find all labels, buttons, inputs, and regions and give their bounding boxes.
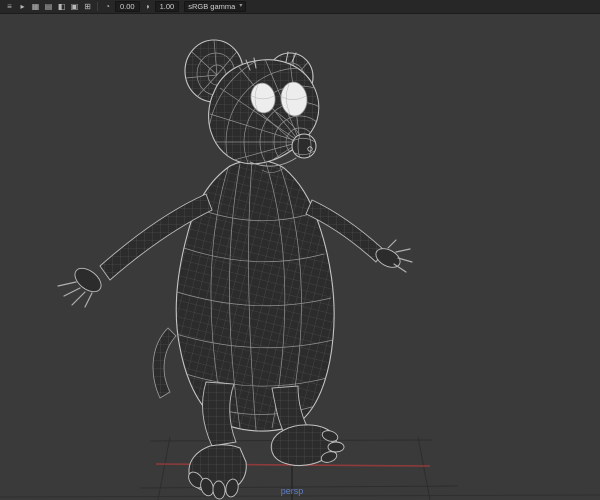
gamma-field[interactable]: 1.00 <box>154 1 180 12</box>
active-panel-icon[interactable]: ▣ <box>69 1 80 12</box>
gamma-icon[interactable]: ◑ <box>142 1 153 12</box>
3d-viewport-window: persp ≡ ▸ ▦ ▤ ◧ ▣ ⊞ ◔ 0.00 ◑ 1.00 sRGB g… <box>0 0 600 500</box>
add-panel-icon[interactable]: ⊞ <box>82 1 93 12</box>
viewport-toolbar: ≡ ▸ ▦ ▤ ◧ ▣ ⊞ ◔ 0.00 ◑ 1.00 sRGB gamma ▾ <box>0 0 600 14</box>
exposure-icon[interactable]: ◔ <box>102 1 113 12</box>
split-view-icon[interactable]: ◧ <box>56 1 67 12</box>
colorspace-label: sRGB gamma <box>188 2 236 11</box>
menu-grip-icon[interactable]: ≡ <box>4 1 15 12</box>
rat-nose[interactable] <box>291 133 317 159</box>
play-icon[interactable]: ▸ <box>17 1 28 12</box>
list-view-icon[interactable]: ▤ <box>43 1 54 12</box>
camera-label[interactable]: persp <box>262 486 322 496</box>
exposure-field[interactable]: 0.00 <box>115 1 140 12</box>
viewport-canvas[interactable] <box>0 0 600 500</box>
chevron-down-icon: ▾ <box>239 3 243 9</box>
colorspace-dropdown[interactable]: sRGB gamma ▾ <box>184 1 247 12</box>
grid-view-icon[interactable]: ▦ <box>30 1 41 12</box>
toolbar-separator <box>97 2 98 11</box>
